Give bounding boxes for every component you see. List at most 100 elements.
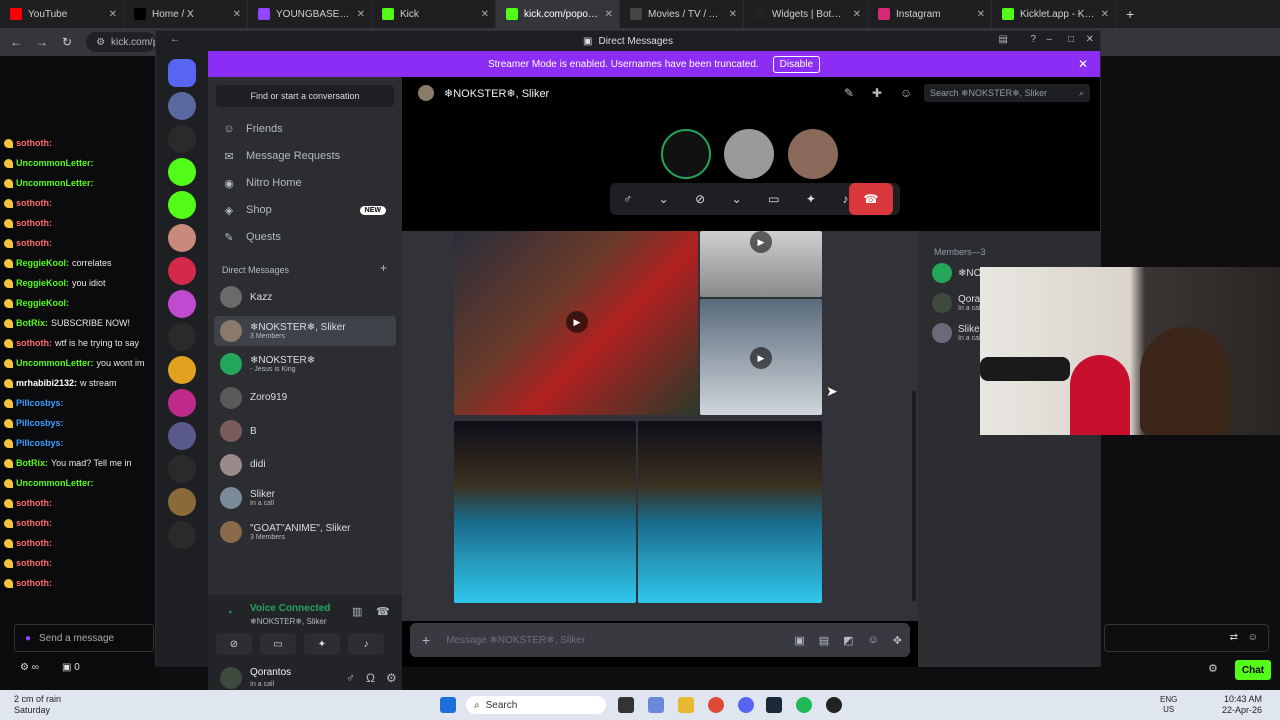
nav-item-message-requests[interactable]: ✉ Message Requests: [216, 144, 394, 168]
chat-username[interactable]: UncommonLetter:: [16, 358, 94, 368]
browser-tab[interactable]: Movies / TV / Anime ✕: [620, 0, 744, 28]
chat-username[interactable]: Pillcosbys:: [16, 438, 64, 448]
chat-username[interactable]: sothoth:: [16, 218, 52, 228]
video-attachment[interactable]: ▶: [454, 231, 698, 415]
soundboard-button[interactable]: ♪: [348, 633, 384, 655]
video-off-icon[interactable]: ⊘: [695, 192, 705, 206]
channel-title[interactable]: ❄NOKSTER❄, Sliker: [444, 87, 549, 100]
scrollbar[interactable]: [912, 391, 916, 601]
browser-tab[interactable]: Instagram ✕: [868, 0, 992, 28]
new-tab-icon[interactable]: +: [1116, 6, 1144, 22]
screen-share-icon[interactable]: ▭: [768, 192, 779, 206]
server-icon[interactable]: [168, 488, 196, 516]
server-icon[interactable]: [168, 455, 196, 483]
gif-icon[interactable]: ▤: [819, 634, 829, 647]
participant-avatar[interactable]: [661, 129, 711, 179]
close-icon[interactable]: ✕: [605, 9, 613, 20]
server-icon[interactable]: [168, 323, 196, 351]
chat-username[interactable]: sothoth:: [16, 498, 52, 508]
banner-close-icon[interactable]: ✕: [1078, 57, 1088, 71]
video-attachment[interactable]: ▶: [700, 231, 822, 297]
add-friends-icon[interactable]: ✚: [872, 86, 882, 100]
image-attachment[interactable]: [454, 421, 636, 603]
spotify-icon[interactable]: [796, 697, 812, 713]
play-icon[interactable]: ▶: [566, 311, 588, 333]
server-icon[interactable]: [168, 125, 196, 153]
create-dm-icon[interactable]: +: [380, 261, 387, 275]
task-view-icon[interactable]: [618, 697, 634, 713]
chrome-icon[interactable]: [708, 697, 724, 713]
server-icon[interactable]: [168, 59, 196, 87]
chat-username[interactable]: Pillcosbys:: [16, 398, 64, 408]
url-field[interactable]: ⚙ kick.com/po: [86, 32, 164, 52]
chat-button[interactable]: Chat: [1235, 660, 1271, 680]
chat-username[interactable]: mrhabibi2132:: [16, 378, 77, 388]
server-icon[interactable]: [168, 290, 196, 318]
close-icon[interactable]: ✕: [1101, 9, 1109, 20]
chat-username[interactable]: sothoth:: [16, 138, 52, 148]
voice-connected-label[interactable]: Voice Connected: [250, 603, 330, 614]
chevron-down-icon[interactable]: ⌄: [732, 192, 742, 206]
close-icon[interactable]: ✕: [233, 9, 241, 20]
server-icon[interactable]: [168, 224, 196, 252]
taskbar-search[interactable]: ⌕ Search: [466, 696, 606, 714]
members-icon[interactable]: ☺: [900, 86, 912, 100]
dm-item[interactable]: B: [214, 416, 396, 446]
find-conversation-button[interactable]: Find or start a conversation: [216, 85, 394, 107]
chevron-down-icon[interactable]: ⌄: [659, 192, 669, 206]
dm-item[interactable]: didi: [214, 450, 396, 480]
dm-item[interactable]: Zoro919: [214, 383, 396, 413]
kick-chat-input-right[interactable]: ⇄ ☺: [1104, 624, 1269, 652]
copilot-icon[interactable]: [648, 697, 664, 713]
chat-username[interactable]: sothoth:: [16, 338, 52, 348]
search-input[interactable]: Search ❄NOKSTER❄, Sliker ⌕: [924, 84, 1090, 102]
browser-tab[interactable]: Kicklet.app - Kick Ch ✕: [992, 0, 1116, 28]
play-icon[interactable]: ▶: [750, 231, 772, 253]
chat-username[interactable]: UncommonLetter:: [16, 158, 94, 168]
browser-tab[interactable]: YouTube ✕: [0, 0, 124, 28]
server-icon[interactable]: [168, 158, 196, 186]
chat-username[interactable]: ReggieKool:: [16, 258, 69, 268]
browser-tab[interactable]: kick.com/popout/qo ✕: [496, 0, 620, 28]
play-icon[interactable]: ▶: [750, 347, 772, 369]
headset-icon[interactable]: Ω: [366, 671, 375, 685]
kick-settings-icon[interactable]: ⚙ ∞: [20, 662, 39, 673]
inbox-icon[interactable]: ▤: [999, 34, 1008, 45]
chat-username[interactable]: sothoth:: [16, 578, 52, 588]
message-composer[interactable]: + Message ❄NOKSTER❄, Sliker ▣ ▤ ◩ ☺ ✥: [410, 623, 910, 657]
close-icon[interactable]: ✕: [481, 9, 489, 20]
sticker-icon[interactable]: ◩: [843, 634, 853, 647]
chat-username[interactable]: sothoth:: [16, 198, 52, 208]
emote-icon[interactable]: ●: [25, 633, 31, 644]
chat-username[interactable]: sothoth:: [16, 518, 52, 528]
chat-username[interactable]: UncommonLetter:: [16, 178, 94, 188]
chat-username[interactable]: ReggieKool:: [16, 278, 69, 288]
browser-tab[interactable]: YOUNGBASEDGO - T ✕: [248, 0, 372, 28]
kick-chat-input[interactable]: ● Send a message: [14, 624, 154, 652]
browser-tab[interactable]: Home / X ✕: [124, 0, 248, 28]
server-icon[interactable]: [168, 422, 196, 450]
server-icon[interactable]: [168, 521, 196, 549]
mic-icon[interactable]: ♂: [346, 671, 355, 685]
browser-tab[interactable]: Widgets | BotRix — C ✕: [744, 0, 868, 28]
mic-icon[interactable]: ♂: [623, 192, 632, 206]
avatar[interactable]: [220, 667, 242, 689]
disable-button[interactable]: Disable: [772, 55, 821, 73]
steam-icon[interactable]: [766, 697, 782, 713]
obs-icon[interactable]: [826, 697, 842, 713]
minimize-icon[interactable]: –: [1046, 34, 1052, 45]
weather-widget[interactable]: 2 cm of rain Saturday: [14, 694, 61, 716]
disconnect-icon[interactable]: ☎: [376, 605, 390, 618]
video-off-button[interactable]: ⊘: [216, 633, 252, 655]
server-icon[interactable]: [168, 92, 196, 120]
dm-item[interactable]: "GOAT"ANIME", Sliker 3 Members: [214, 517, 396, 547]
soundboard-icon[interactable]: ♪: [842, 192, 848, 206]
apps-icon[interactable]: ✥: [893, 634, 902, 647]
dm-item[interactable]: Kazz: [214, 282, 396, 312]
screen-share-button[interactable]: ▭: [260, 633, 296, 655]
start-icon[interactable]: [440, 697, 456, 713]
close-icon[interactable]: ✕: [1086, 34, 1094, 45]
hang-up-button[interactable]: ☎: [849, 183, 893, 215]
file-explorer-icon[interactable]: [678, 697, 694, 713]
chat-username[interactable]: Pillcosbys:: [16, 418, 64, 428]
